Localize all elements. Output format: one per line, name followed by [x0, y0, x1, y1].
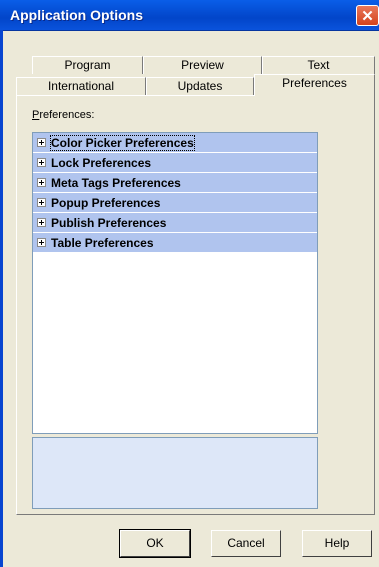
tab-label: Program	[64, 58, 111, 72]
expand-plus-icon[interactable]	[37, 198, 46, 207]
tab-label: Updates	[177, 79, 223, 93]
tab-preferences[interactable]: Preferences	[254, 74, 375, 96]
tree-item-label: Popup Preferences	[51, 195, 161, 210]
tab-label: International	[47, 79, 115, 93]
preferences-tree[interactable]: Color Picker Preferences Lock Preference…	[32, 132, 318, 434]
tab-international[interactable]: International	[16, 77, 146, 95]
window-title: Application Options	[10, 7, 143, 23]
ok-button[interactable]: OK	[119, 529, 191, 558]
tab-label: Preview	[181, 58, 224, 72]
tree-item-table-preferences[interactable]: Table Preferences	[33, 233, 317, 253]
tab-label: Text	[307, 58, 330, 72]
tab-program[interactable]: Program	[32, 56, 143, 74]
tab-updates[interactable]: Updates	[146, 77, 254, 95]
tree-item-publish-preferences[interactable]: Publish Preferences	[33, 213, 317, 233]
expand-plus-icon[interactable]	[37, 158, 46, 167]
tab-text[interactable]: Text	[262, 56, 375, 74]
help-button[interactable]: Help	[302, 530, 372, 557]
preferences-label: Preferences:	[32, 109, 95, 121]
tree-item-meta-tags-preferences[interactable]: Meta Tags Preferences	[33, 173, 317, 193]
expand-plus-icon[interactable]	[37, 178, 46, 187]
tab-preview[interactable]: Preview	[143, 56, 262, 74]
close-icon: ✕	[361, 7, 374, 25]
tree-item-label: Lock Preferences	[51, 155, 152, 170]
tree-item-label: Color Picker Preferences	[50, 134, 195, 151]
tree-item-lock-preferences[interactable]: Lock Preferences	[33, 153, 317, 173]
tab-label: Preferences	[282, 76, 347, 90]
description-box	[32, 437, 318, 509]
expand-plus-icon[interactable]	[37, 138, 46, 147]
title-bar[interactable]: Application Options ✕	[0, 0, 379, 31]
expand-plus-icon[interactable]	[37, 238, 46, 247]
tree-item-label: Meta Tags Preferences	[51, 175, 181, 190]
application-options-dialog: Application Options ✕ Program Preview Te…	[0, 0, 379, 567]
tree-item-label: Publish Preferences	[51, 215, 167, 230]
tree-item-popup-preferences[interactable]: Popup Preferences	[33, 193, 317, 213]
tree-item-label: Table Preferences	[51, 235, 154, 250]
window-frame	[0, 30, 3, 567]
expand-plus-icon[interactable]	[37, 218, 46, 227]
close-button[interactable]: ✕	[356, 5, 379, 26]
tree-item-color-picker-preferences[interactable]: Color Picker Preferences	[33, 133, 317, 153]
cancel-button[interactable]: Cancel	[211, 530, 281, 557]
